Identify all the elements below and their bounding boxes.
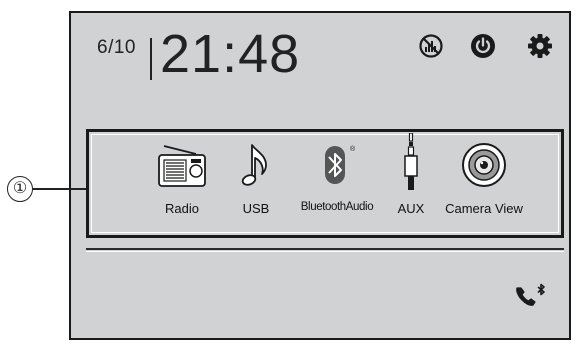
source-label: BluetoothAudio <box>300 201 374 213</box>
source-bluetooth-audio[interactable]: ® BluetoothAudio <box>297 139 377 213</box>
bluetooth-icon: ® <box>325 145 356 184</box>
svg-text:®: ® <box>350 145 356 153</box>
clock-display: 21:48 <box>160 24 301 84</box>
radio-icon <box>158 145 206 187</box>
source-label: Radio <box>165 201 199 216</box>
power-icon[interactable] <box>470 33 496 59</box>
source-aux[interactable]: AUX <box>393 133 429 216</box>
source-label: AUX <box>397 201 425 216</box>
callout-line <box>33 188 87 190</box>
camera-icon <box>462 143 506 187</box>
no-signal-icon[interactable] <box>418 33 444 59</box>
bluetooth-phone-icon[interactable] <box>513 282 547 310</box>
source-radio[interactable]: Radio <box>152 139 212 216</box>
source-camera-view[interactable]: Camera View <box>442 139 526 216</box>
date-time-separator <box>150 38 152 80</box>
callout-marker: ① <box>7 176 33 202</box>
music-note-icon <box>241 144 267 186</box>
divider-line <box>86 248 564 250</box>
divider-highlight <box>86 251 564 252</box>
settings-gear-icon[interactable] <box>527 33 553 59</box>
source-label: Camera View <box>445 201 523 216</box>
date-display: 6/10 <box>97 37 136 58</box>
aux-jack-icon <box>404 133 418 190</box>
source-usb[interactable]: USB <box>231 139 281 216</box>
source-label: USB <box>242 201 270 216</box>
